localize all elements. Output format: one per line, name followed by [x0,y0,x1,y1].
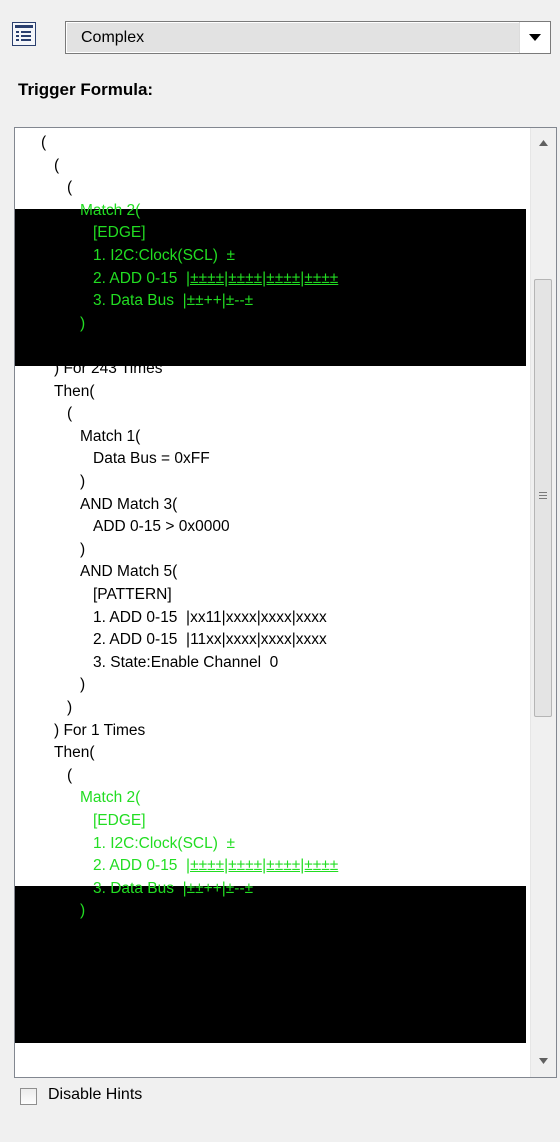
formula-line: 3. State:Enable Channel 0 [93,653,279,671]
formula-line: 3. Data Bus |±±++|±--± [93,292,254,310]
trigger-mode-select[interactable]: Complex [65,21,551,54]
formula-line: Then( [54,744,95,762]
formula-line: ( [67,405,73,423]
formula-line: ( [67,766,73,784]
formula-line: Then( [54,382,95,400]
formula-line: ) [80,314,86,332]
formula-content: ( ( ( Match 2( [EDGE] 1. I2C:Clock(SCL) ± 2. A… [15,128,531,1077]
grip-icon [539,492,547,500]
formula-line: AND Match 5( [80,563,178,581]
disable-hints-checkbox[interactable] [20,1088,37,1105]
formula-line: ) [67,337,73,355]
formula-line: Data Bus = 0xFF [93,450,210,468]
formula-line: 1. I2C:Clock(SCL) ± [93,247,236,264]
list-properties-icon[interactable] [12,22,36,46]
formula-line: [EDGE] [93,224,146,242]
formula-line: ) [41,970,47,988]
trigger-mode-value: Complex [67,23,519,52]
formula-line: 1. ADD 0-15 |xx11|xxxx|xxxx|xxxx [93,608,327,626]
formula-line: Match 2( [80,789,141,807]
formula-line: ) [67,925,73,942]
formula-line: ) [80,902,86,920]
trigger-formula-box[interactable]: ( ( ( Match 2( [EDGE] 1. I2C:Clock(SCL) ± 2. A… [14,127,557,1078]
formula-line: ( [54,156,60,174]
formula-line: 2. ADD 0-15 |±±±±|±±±±|±±±±|±±±± [93,269,339,287]
formula-line: ( [41,134,47,151]
formula-line: ( [67,179,73,197]
chevron-down-icon [529,34,541,41]
scroll-thumb[interactable] [534,279,552,717]
formula-line: ) [80,473,86,490]
formula-line: ADD 0-15 > 0x0000 [93,518,230,536]
formula-line: AND Match 3( [80,495,178,513]
formula-line: ) For 1 Times [54,721,146,739]
chevron-down-icon [539,1058,548,1064]
scroll-down-button[interactable] [531,1049,556,1074]
chevron-up-icon [539,140,548,146]
formula-line: ) [67,699,73,716]
dropdown-button[interactable] [519,22,550,53]
formula-line: Match 2( [80,201,141,219]
section-title: Trigger Formula: [18,80,154,99]
formula-line: 1. I2C:Clock(SCL) ± [93,834,236,852]
formula-line: 3. Data Bus |±±++|±--± [93,879,254,897]
formula-line: ) For 243 Times [54,360,163,377]
disable-hints-label: Disable Hints [48,1086,143,1103]
formula-line: Match 1( [80,427,141,445]
formula-line: 2. ADD 0-15 |±±±±|±±±±|±±±±|±±±± [93,857,339,875]
vertical-scrollbar[interactable] [530,128,556,1077]
formula-line: [PATTERN] [93,586,172,603]
formula-line: [EDGE] [93,812,146,829]
formula-line: ) [80,540,86,558]
formula-line: 2. ADD 0-15 |11xx|xxxx|xxxx|xxxx [93,631,327,649]
formula-line: ) For 1 Times [54,947,146,965]
formula-line: ) [80,676,86,694]
scroll-up-button[interactable] [531,131,556,156]
